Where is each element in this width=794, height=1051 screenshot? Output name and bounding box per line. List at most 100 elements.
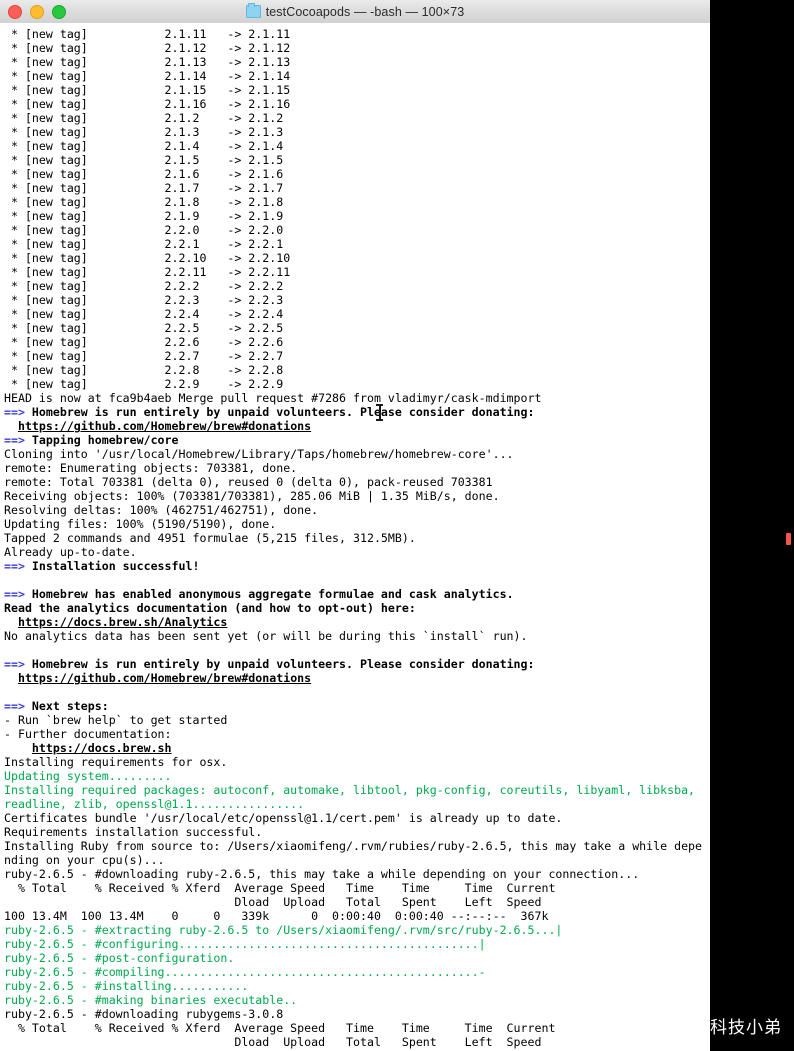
terminal-line-tag: * [new tag] 2.1.7 -> 2.1.7 xyxy=(4,181,284,195)
terminal-line xyxy=(4,573,710,587)
terminal-link[interactable]: https://docs.brew.sh/Analytics xyxy=(18,615,227,629)
terminal-line: ==> Tapping homebrew/core xyxy=(4,433,710,447)
terminal-line: ruby-2.6.5 - #compiling.................… xyxy=(4,965,710,979)
terminal-line-text: ruby-2.6.5 - #installing........... xyxy=(4,979,249,993)
arrow-prefix-icon: ==> xyxy=(4,587,32,601)
terminal-link[interactable]: https://docs.brew.sh xyxy=(32,741,172,755)
terminal-line: ==> Homebrew has enabled anonymous aggre… xyxy=(4,587,710,601)
terminal-line: HEAD is now at fca9b4aeb Merge pull requ… xyxy=(4,391,710,405)
terminal-link[interactable]: https://github.com/Homebrew/brew#donatio… xyxy=(18,419,311,433)
terminal-line-text: - Further documentation: xyxy=(4,727,172,741)
terminal-line: ruby-2.6.5 - #extracting ruby-2.6.5 to /… xyxy=(4,923,710,937)
terminal-line-text: Tapping homebrew/core xyxy=(31,433,179,447)
terminal-line-tag: * [new tag] 2.1.16 -> 2.1.16 xyxy=(4,97,291,111)
terminal-line-tag: * [new tag] 2.2.5 -> 2.2.5 xyxy=(4,321,284,335)
terminal-line: % Total % Received % Xferd Average Speed… xyxy=(4,1021,710,1035)
terminal-line: ==> Next steps: xyxy=(4,699,710,713)
terminal-line-text: Installing required packages: autoconf, … xyxy=(4,783,696,797)
terminal-line-text: Installation successful! xyxy=(31,559,200,573)
terminal-line-text: Dload Upload Total Spent Left Speed xyxy=(4,1035,542,1049)
terminal-line: Certificates bundle '/usr/local/etc/open… xyxy=(4,811,710,825)
terminal-line: Resolving deltas: 100% (462751/462751), … xyxy=(4,503,710,517)
terminal-line-text: HEAD is now at fca9b4aeb Merge pull requ… xyxy=(4,391,542,405)
terminal-line: Read the analytics documentation (and ho… xyxy=(4,601,710,615)
terminal-line-tag: * [new tag] 2.1.14 -> 2.1.14 xyxy=(4,69,291,83)
window-title-label: testCocoapods — -bash — 100×73 xyxy=(265,4,465,19)
terminal-line-text: ruby-2.6.5 - #configuring...............… xyxy=(4,937,486,951)
window-title: testCocoapods — -bash — 100×73 xyxy=(0,3,710,19)
maximize-button[interactable] xyxy=(52,4,66,19)
terminal-line-text: Already up-to-date. xyxy=(4,545,137,559)
close-button[interactable] xyxy=(8,4,22,19)
terminal-line-tag: * [new tag] 2.1.6 -> 2.1.6 xyxy=(4,167,284,181)
terminal-window: testCocoapods — -bash — 100×73 * [new ta… xyxy=(0,0,710,1051)
terminal-line: Installing Ruby from source to: /Users/x… xyxy=(4,839,710,853)
terminal-line: Cloning into '/usr/local/Homebrew/Librar… xyxy=(4,447,710,461)
terminal-line-text: Installing requirements for osx. xyxy=(4,755,228,769)
terminal-line: - Further documentation: xyxy=(4,727,710,741)
terminal-line-text: Resolving deltas: 100% (462751/462751), … xyxy=(4,503,319,517)
terminal-line-text: Read the analytics documentation (and ho… xyxy=(4,601,416,615)
arrow-prefix-icon: ==> xyxy=(4,559,32,573)
terminal-line-tag: * [new tag] 2.1.8 -> 2.1.8 xyxy=(4,195,284,209)
terminal-line: https://docs.brew.sh/Analytics xyxy=(4,615,710,629)
watermark-label: 科技小弟 xyxy=(710,1017,782,1038)
terminal-line-tag: * [new tag] 2.2.4 -> 2.2.4 xyxy=(4,307,284,321)
terminal-line: https://docs.brew.sh xyxy=(4,741,710,755)
terminal-line-text: - Run `brew help` to get started xyxy=(4,713,228,727)
terminal-line-text: Homebrew is run entirely by unpaid volun… xyxy=(31,405,535,419)
terminal-line-tag: * [new tag] 2.2.0 -> 2.2.0 xyxy=(4,223,284,237)
terminal-line: 100 13.4M 100 13.4M 0 0 339k 0 0:00:40 0… xyxy=(4,909,710,923)
terminal-link[interactable]: https://github.com/Homebrew/brew#donatio… xyxy=(18,671,311,685)
folder-icon xyxy=(245,3,261,18)
terminal-line-text: ruby-2.6.5 - #extracting ruby-2.6.5 to /… xyxy=(4,923,563,937)
terminal-line-text: remote: Total 703381 (delta 0), reused 0… xyxy=(4,475,493,489)
terminal-line-text xyxy=(4,643,11,657)
terminal-line: ==> Homebrew is run entirely by unpaid v… xyxy=(4,657,710,671)
terminal-line-text: Cloning into '/usr/local/Homebrew/Librar… xyxy=(4,447,514,461)
terminal-line-tag: * [new tag] 2.2.10 -> 2.2.10 xyxy=(4,251,291,265)
terminal-line-text: Requirements installation successful. xyxy=(4,825,263,839)
terminal-line: Already up-to-date. xyxy=(4,545,710,559)
terminal-line-text: ruby-2.6.5 - #downloading rubygems-3.0.8 xyxy=(4,1007,284,1021)
terminal-line-text: readline, zlib, openssl@1.1.............… xyxy=(4,797,305,811)
terminal-line-text: ruby-2.6.5 - #post-configuration. xyxy=(4,951,235,965)
terminal-line-text: Installing Ruby from source to: /Users/x… xyxy=(4,839,703,853)
terminal-line xyxy=(4,685,710,699)
terminal-line: - Run `brew help` to get started xyxy=(4,713,710,727)
terminal-line-text: % Total % Received % Xferd Average Speed… xyxy=(4,1021,556,1035)
scrollbar-marker[interactable] xyxy=(786,533,791,545)
terminal-line-text: Next steps: xyxy=(31,699,109,713)
terminal-line-text: remote: Enumerating objects: 703381, don… xyxy=(4,461,298,475)
terminal-line: ruby-2.6.5 - #configuring...............… xyxy=(4,937,710,951)
terminal-line-tag: * [new tag] 2.2.1 -> 2.2.1 xyxy=(4,237,284,251)
terminal-line: nding on your cpu(s)... xyxy=(4,853,710,867)
terminal-line-tag: * [new tag] 2.2.2 -> 2.2.2 xyxy=(4,279,284,293)
terminal-line-text: Homebrew has enabled anonymous aggregate… xyxy=(31,587,514,601)
terminal-line-text xyxy=(4,573,11,587)
terminal-line-text: ruby-2.6.5 - #compiling.................… xyxy=(4,965,486,979)
terminal-line: Installing requirements for osx. xyxy=(4,755,710,769)
terminal-line-text: ruby-2.6.5 - #downloading ruby-2.6.5, th… xyxy=(4,867,640,881)
terminal-line-text: Tapped 2 commands and 4951 formulae (5,2… xyxy=(4,531,416,545)
terminal-line: Updating system......... xyxy=(4,769,710,783)
arrow-prefix-icon: ==> xyxy=(4,405,32,419)
terminal-line-tag: * [new tag] 2.1.11 -> 2.1.11 xyxy=(4,27,291,41)
window-title-bar[interactable]: testCocoapods — -bash — 100×73 xyxy=(0,0,710,24)
terminal-line-text: nding on your cpu(s)... xyxy=(4,853,165,867)
terminal-line-tag: * [new tag] 2.2.9 -> 2.2.9 xyxy=(4,377,284,391)
terminal-line: Installing required packages: autoconf, … xyxy=(4,783,710,797)
terminal-output[interactable]: * [new tag] 2.1.11 -> 2.1.11 * [new tag]… xyxy=(0,23,710,1051)
arrow-prefix-icon: ==> xyxy=(4,657,32,671)
terminal-line: ruby-2.6.5 - #installing........... xyxy=(4,979,710,993)
minimize-button[interactable] xyxy=(30,4,44,19)
terminal-line-text: No analytics data has been sent yet (or … xyxy=(4,629,528,643)
terminal-line-text: Homebrew is run entirely by unpaid volun… xyxy=(31,657,535,671)
terminal-line-text: Updating system......... xyxy=(4,769,172,783)
terminal-line-text: Receiving objects: 100% (703381/703381),… xyxy=(4,489,500,503)
terminal-line-tag: * [new tag] 2.2.3 -> 2.2.3 xyxy=(4,293,284,307)
terminal-line-text: % Total % Received % Xferd Average Speed… xyxy=(4,881,556,895)
